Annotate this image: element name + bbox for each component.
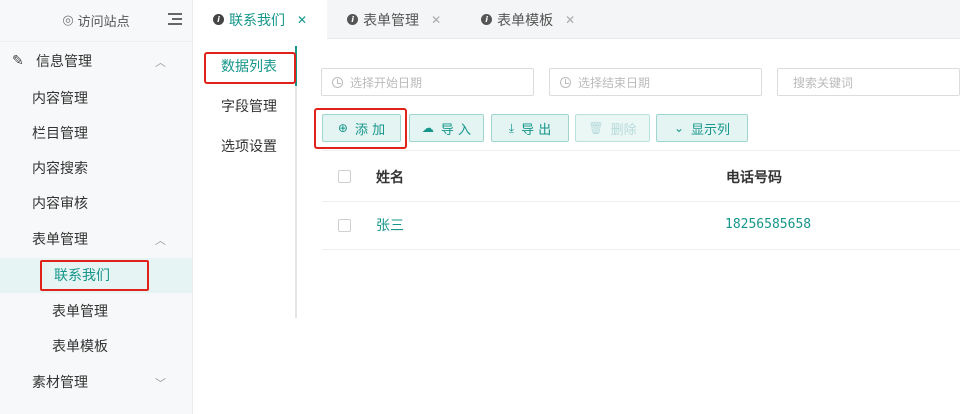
tab-contact-us[interactable]: i 联系我们 ✕ (193, 0, 328, 39)
end-date-field[interactable]: 选择结束日期 (549, 68, 762, 96)
menu-group-label: 表单管理 (32, 232, 88, 248)
clock-icon (332, 76, 343, 88)
end-date-placeholder: 选择结束日期 (578, 75, 651, 90)
tab-label: 表单模板 (497, 12, 554, 29)
subnav-fields[interactable]: 字段管理 (202, 86, 295, 126)
sidebar-item-label: 内容管理 (32, 90, 88, 107)
close-icon[interactable]: ✕ (565, 13, 575, 27)
menu-group-materials[interactable]: 素材管理 ﹀ (0, 363, 192, 401)
subnav-label: 选项设置 (221, 139, 277, 155)
chevron-up-icon: ︿ (155, 234, 166, 247)
highlight-box: 联系我们 (40, 260, 149, 291)
menu-group-label: 素材管理 (32, 375, 88, 391)
sidebar-item-label: 表单模板 (52, 338, 108, 355)
sidebar-item-search[interactable]: 内容搜索 (0, 150, 192, 185)
visit-site-label: 访问站点 (77, 15, 130, 30)
cell-phone: 18256585658 (725, 217, 812, 232)
subnav-label: 字段管理 (221, 99, 277, 115)
keyword-search-input[interactable]: 搜索关键词 (777, 68, 960, 96)
export-label: 导 出 (521, 122, 552, 138)
menu-group-info[interactable]: ✎ 信息管理 ︿ (0, 42, 192, 80)
edit-icon: ✎ (12, 53, 24, 69)
download-icon: ⤓ (508, 120, 515, 135)
import-label: 导 入 (440, 122, 472, 138)
columns-label: 显示列 (691, 122, 731, 138)
close-icon[interactable]: ✕ (297, 13, 307, 27)
delete-button[interactable]: 🗑 删除 (575, 114, 650, 142)
trash-icon: 🗑 (588, 121, 604, 135)
sidebar-item-label: 内容搜索 (32, 160, 88, 177)
start-date-placeholder: 选择开始日期 (350, 75, 423, 90)
sidebar-item-label: 表单管理 (52, 303, 108, 320)
info-icon: i (347, 14, 359, 25)
tab-form-template[interactable]: i 表单模板 ✕ (461, 0, 595, 39)
info-icon: i (213, 14, 224, 25)
globe-icon: ◎ (62, 13, 74, 28)
sidebar-item-content[interactable]: 内容管理 (0, 80, 192, 115)
sidebar-item-form-template[interactable]: 表单模板 (0, 328, 192, 363)
highlight-box-data-list (204, 52, 296, 84)
keyword-placeholder: 搜索关键词 (793, 75, 854, 90)
highlight-box-add (314, 108, 407, 149)
tab-bar: i 联系我们 ✕ i 表单管理 ✕ i 表单模板 ✕ (193, 0, 960, 39)
table-header: 姓名 电话号码 (322, 150, 960, 202)
chevron-down-icon: ⌄ (673, 121, 685, 135)
menu-toggle-icon[interactable] (168, 13, 182, 27)
sidebar-item-review[interactable]: 内容审核 (0, 185, 192, 220)
sidebar: ◎ 访问站点 ✎ 信息管理 ︿ 内容管理 栏目管理 内容搜索 内容审核 表单管理… (0, 0, 193, 414)
sidebar-item-columns[interactable]: 栏目管理 (0, 115, 192, 150)
column-header-phone: 电话号码 (726, 170, 782, 186)
columns-button[interactable]: ⌄ 显示列 (656, 114, 748, 142)
tab-label: 表单管理 (363, 12, 420, 29)
tab-form-manage[interactable]: i 表单管理 ✕ (327, 0, 461, 39)
sidebar-item-label: 栏目管理 (32, 125, 88, 142)
sidebar-item-label: 联系我们 (54, 268, 110, 284)
visit-site-link[interactable]: ◎ 访问站点 (0, 0, 192, 42)
start-date-field[interactable]: 选择开始日期 (321, 68, 534, 96)
cell-name[interactable]: 张三 (376, 215, 404, 235)
menu-group-label: 信息管理 (36, 54, 92, 70)
menu-group-forms[interactable]: 表单管理 ︿ (0, 220, 192, 258)
tab-label: 联系我们 (229, 12, 285, 29)
close-icon[interactable]: ✕ (431, 13, 441, 27)
row-checkbox[interactable] (338, 219, 351, 232)
cloud-upload-icon: ☁ (421, 121, 434, 135)
select-all-checkbox[interactable] (338, 170, 351, 183)
sidebar-item-form-manage[interactable]: 表单管理 (0, 293, 192, 328)
chevron-down-icon: ﹀ (155, 377, 166, 390)
info-icon: i (481, 14, 493, 25)
import-button[interactable]: ☁ 导 入 (409, 114, 484, 142)
sub-navigation: 数据列表 字段管理 选项设置 (202, 46, 297, 318)
column-header-name: 姓名 (376, 170, 404, 186)
app-root: ◎ 访问站点 ✎ 信息管理 ︿ 内容管理 栏目管理 内容搜索 内容审核 表单管理… (0, 0, 960, 414)
delete-label: 删除 (610, 122, 637, 138)
sidebar-item-label: 内容审核 (32, 195, 88, 212)
sidebar-item-contact-us[interactable]: 联系我们 (0, 258, 192, 293)
table-row: 张三 18256585658 (322, 202, 960, 250)
chevron-up-icon: ︿ (155, 56, 166, 69)
subnav-options[interactable]: 选项设置 (202, 126, 295, 166)
export-button[interactable]: ⤓ 导 出 (491, 114, 569, 142)
clock-icon (560, 76, 571, 88)
